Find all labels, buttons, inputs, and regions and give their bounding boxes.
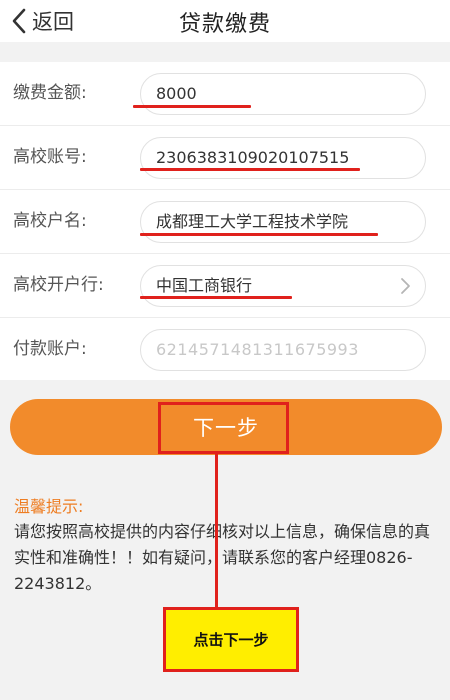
account-underline-annotation — [140, 168, 360, 171]
amount-underline-annotation — [133, 105, 251, 108]
form-row-bank: 高校开户行: 中国工商银行 — [0, 254, 450, 317]
account-name-underline-annotation — [140, 233, 378, 236]
form-row-account: 高校账号: 2306383109020107515 — [0, 126, 450, 189]
form-row-payer: 付款账户: 6214571481311675993 — [0, 318, 450, 381]
bank-underline-annotation — [140, 296, 292, 299]
app-header: 返回 贷款缴费 — [0, 0, 450, 42]
tips-title: 温馨提示: — [14, 497, 84, 516]
instruction-callout: 点击下一步 — [163, 607, 299, 672]
account-input[interactable]: 2306383109020107515 — [140, 137, 426, 179]
payment-form: 缴费金额: 8000 高校账号: 2306383109020107515 高校户… — [0, 62, 450, 380]
account-name-input[interactable]: 成都理工大学工程技术学院 — [140, 201, 426, 243]
account-name-label: 高校户名: — [13, 211, 87, 231]
tips-body: 请您按照高校提供的内容仔细核对以上信息，确保信息的真实性和准确性！！如有疑问，请… — [14, 522, 431, 593]
amount-input[interactable]: 8000 — [140, 73, 426, 115]
payer-account-input[interactable]: 6214571481311675993 — [140, 329, 426, 371]
form-row-account-name: 高校户名: 成都理工大学工程技术学院 — [0, 190, 450, 253]
annotation-connector-line — [215, 454, 218, 609]
bank-select[interactable]: 中国工商银行 — [140, 265, 426, 307]
bank-value: 中国工商银行 — [156, 276, 253, 295]
chevron-right-icon — [401, 278, 410, 294]
payer-label: 付款账户: — [13, 339, 87, 359]
page-title: 贷款缴费 — [178, 12, 271, 37]
form-row-amount: 缴费金额: 8000 — [0, 62, 450, 125]
next-step-highlight-annotation — [158, 402, 289, 454]
amount-label: 缴费金额: — [13, 83, 87, 103]
account-label: 高校账号: — [13, 147, 87, 167]
bank-label: 高校开户行: — [13, 275, 104, 295]
